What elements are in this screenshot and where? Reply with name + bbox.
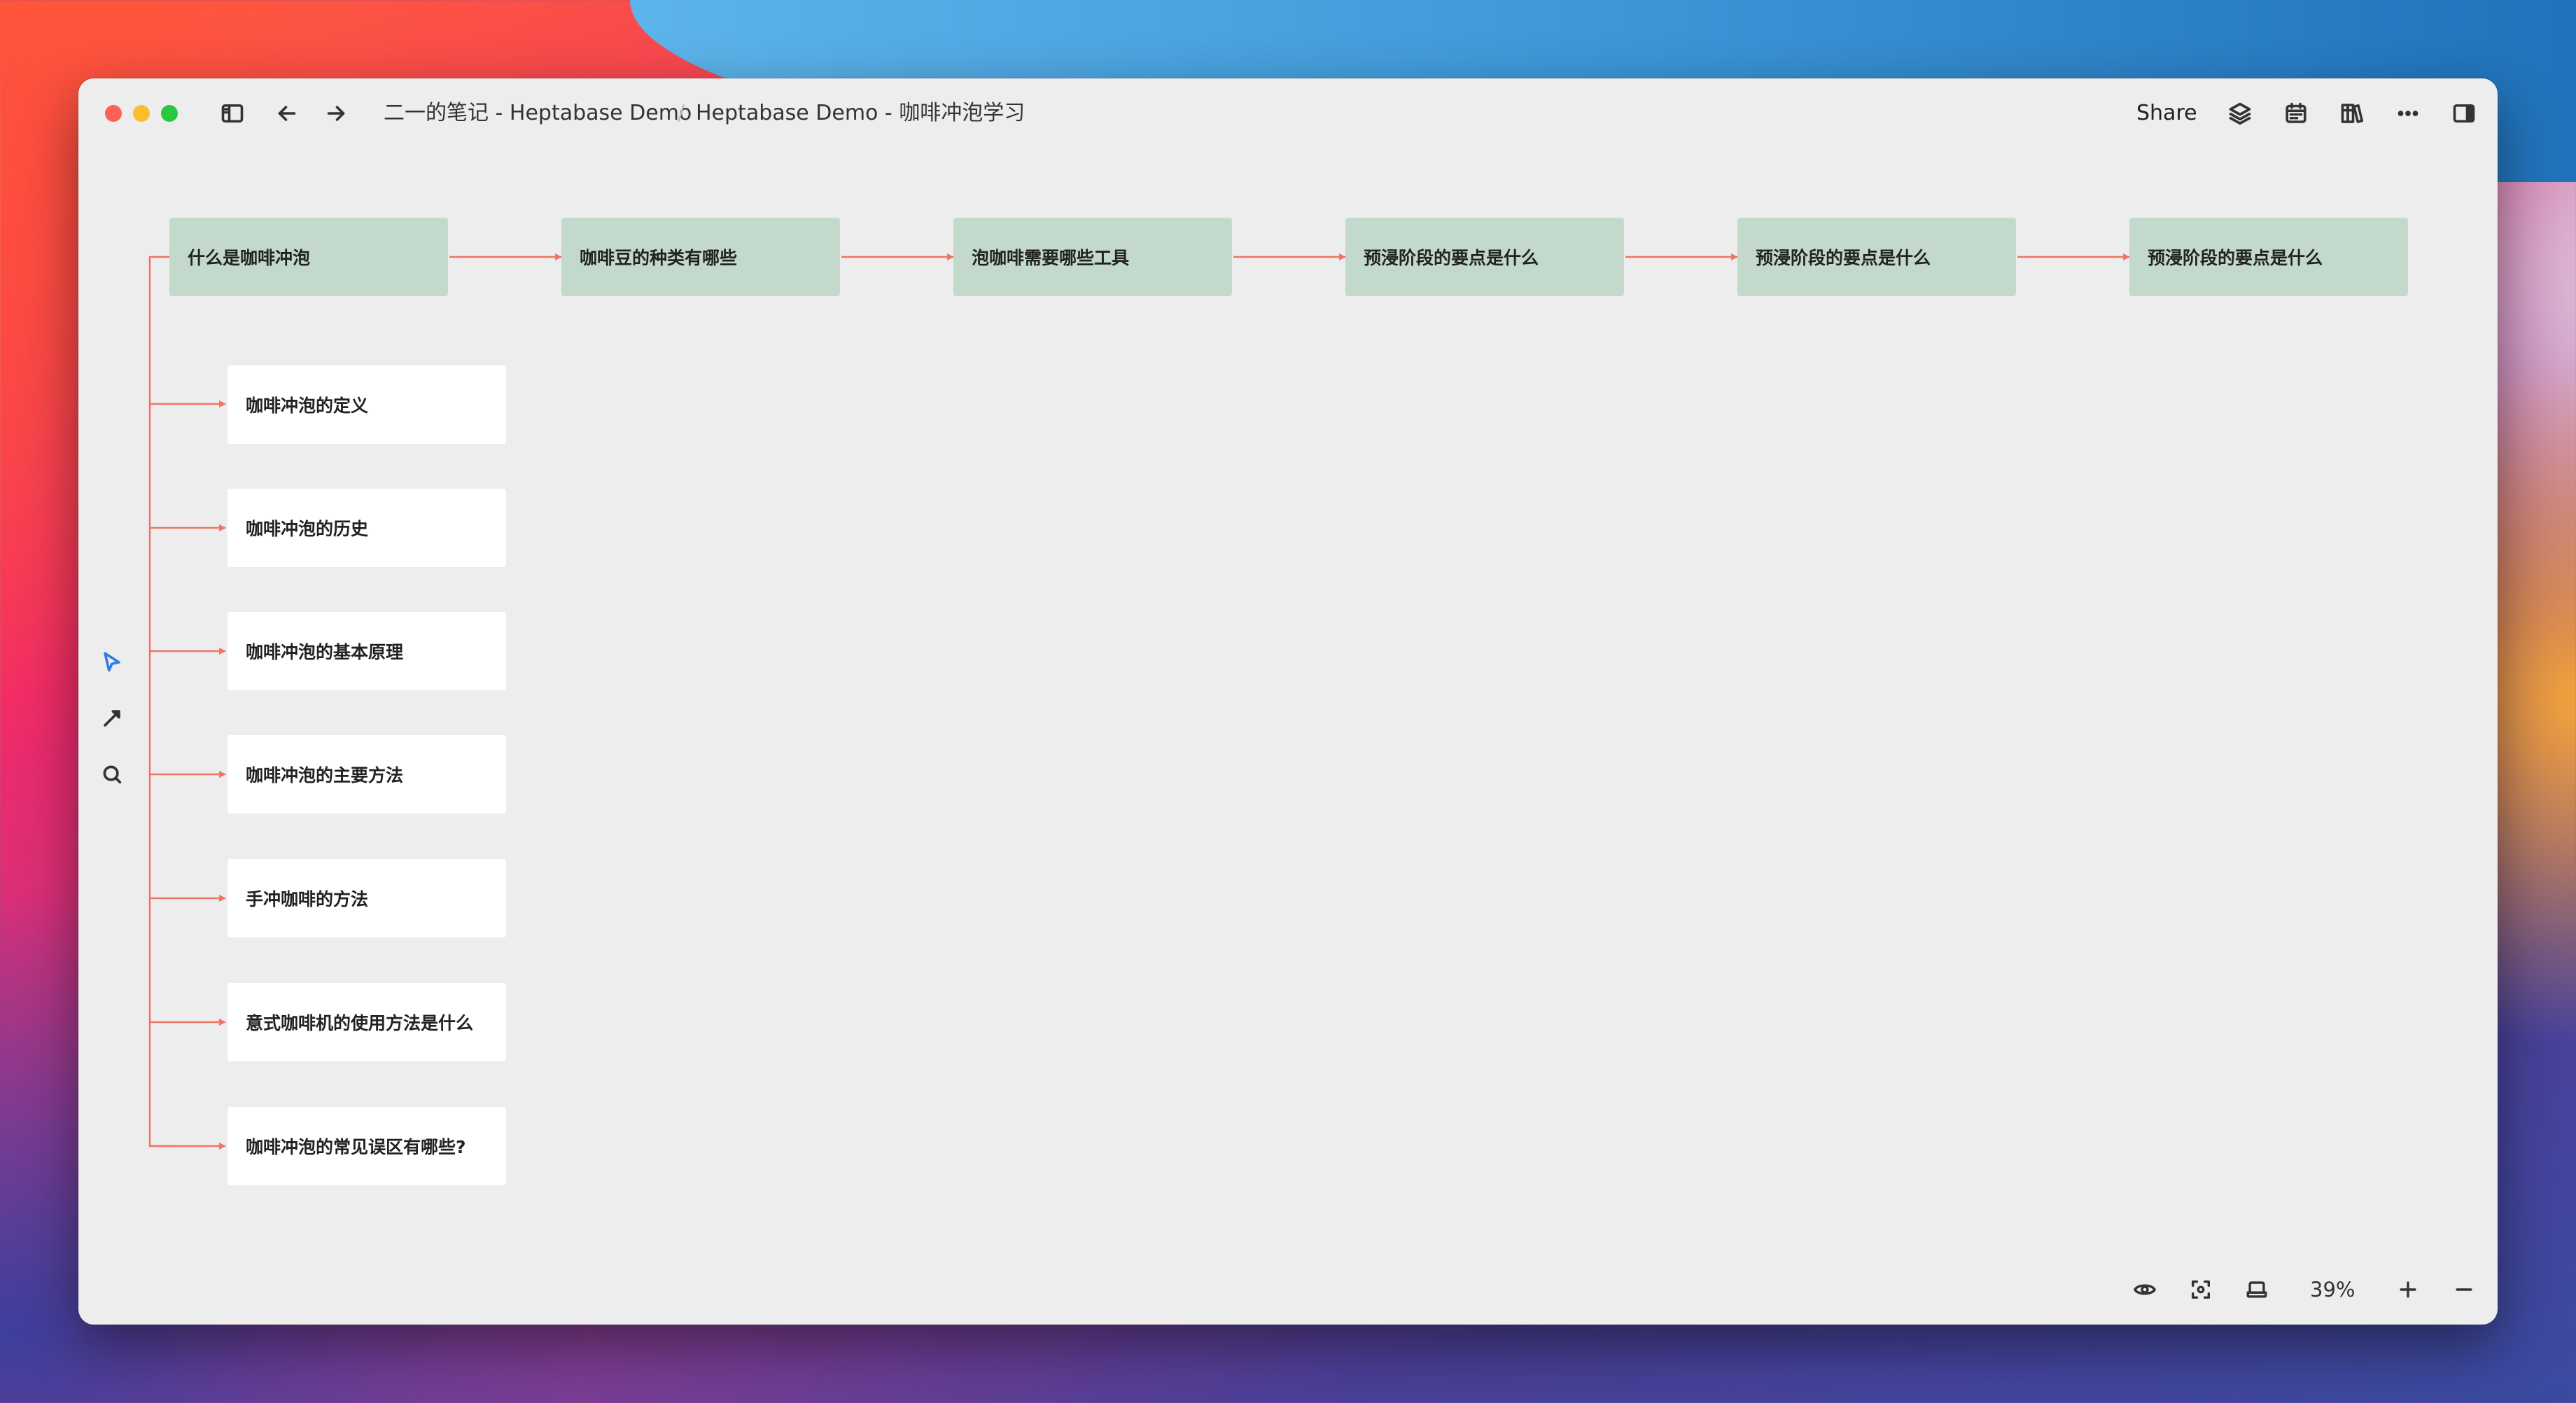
canvas-card[interactable]: 泡咖啡需要哪些工具 [953,218,1232,296]
canvas-card[interactable]: 预浸阶段的要点是什么 [2129,218,2408,296]
focus-icon[interactable] [2184,1273,2218,1306]
canvas-card[interactable]: 咖啡豆的种类有哪些 [561,218,840,296]
canvas-card[interactable]: 什么是咖啡冲泡 [169,218,448,296]
zoom-out-icon[interactable] [2447,1273,2481,1306]
app-window: 二一的笔记 - Heptabase Demo / Heptabase Demo … [78,78,2498,1325]
laptop-icon[interactable] [2240,1273,2274,1306]
search-icon[interactable] [95,758,129,791]
canvas-card[interactable]: 咖啡冲泡的主要方法 [227,735,506,814]
canvas-card[interactable]: 预浸阶段的要点是什么 [1737,218,2016,296]
canvas-card[interactable]: 手冲咖啡的方法 [227,859,506,937]
canvas-card[interactable]: 意式咖啡机的使用方法是什么 [227,983,506,1061]
arrow-tool-icon[interactable] [95,702,129,735]
canvas-card[interactable]: 咖啡冲泡的历史 [227,489,506,567]
zoom-in-icon[interactable] [2391,1273,2425,1306]
eye-icon[interactable] [2128,1273,2162,1306]
canvas-card[interactable]: 咖啡冲泡的定义 [227,365,506,444]
canvas-card[interactable]: 咖啡冲泡的基本原理 [227,612,506,690]
select-cursor-icon[interactable] [95,645,129,679]
zoom-level[interactable]: 39% [2310,1276,2355,1304]
canvas-card[interactable]: 预浸阶段的要点是什么 [1345,218,1624,296]
canvas-card[interactable]: 咖啡冲泡的常见误区有哪些? [227,1107,506,1185]
